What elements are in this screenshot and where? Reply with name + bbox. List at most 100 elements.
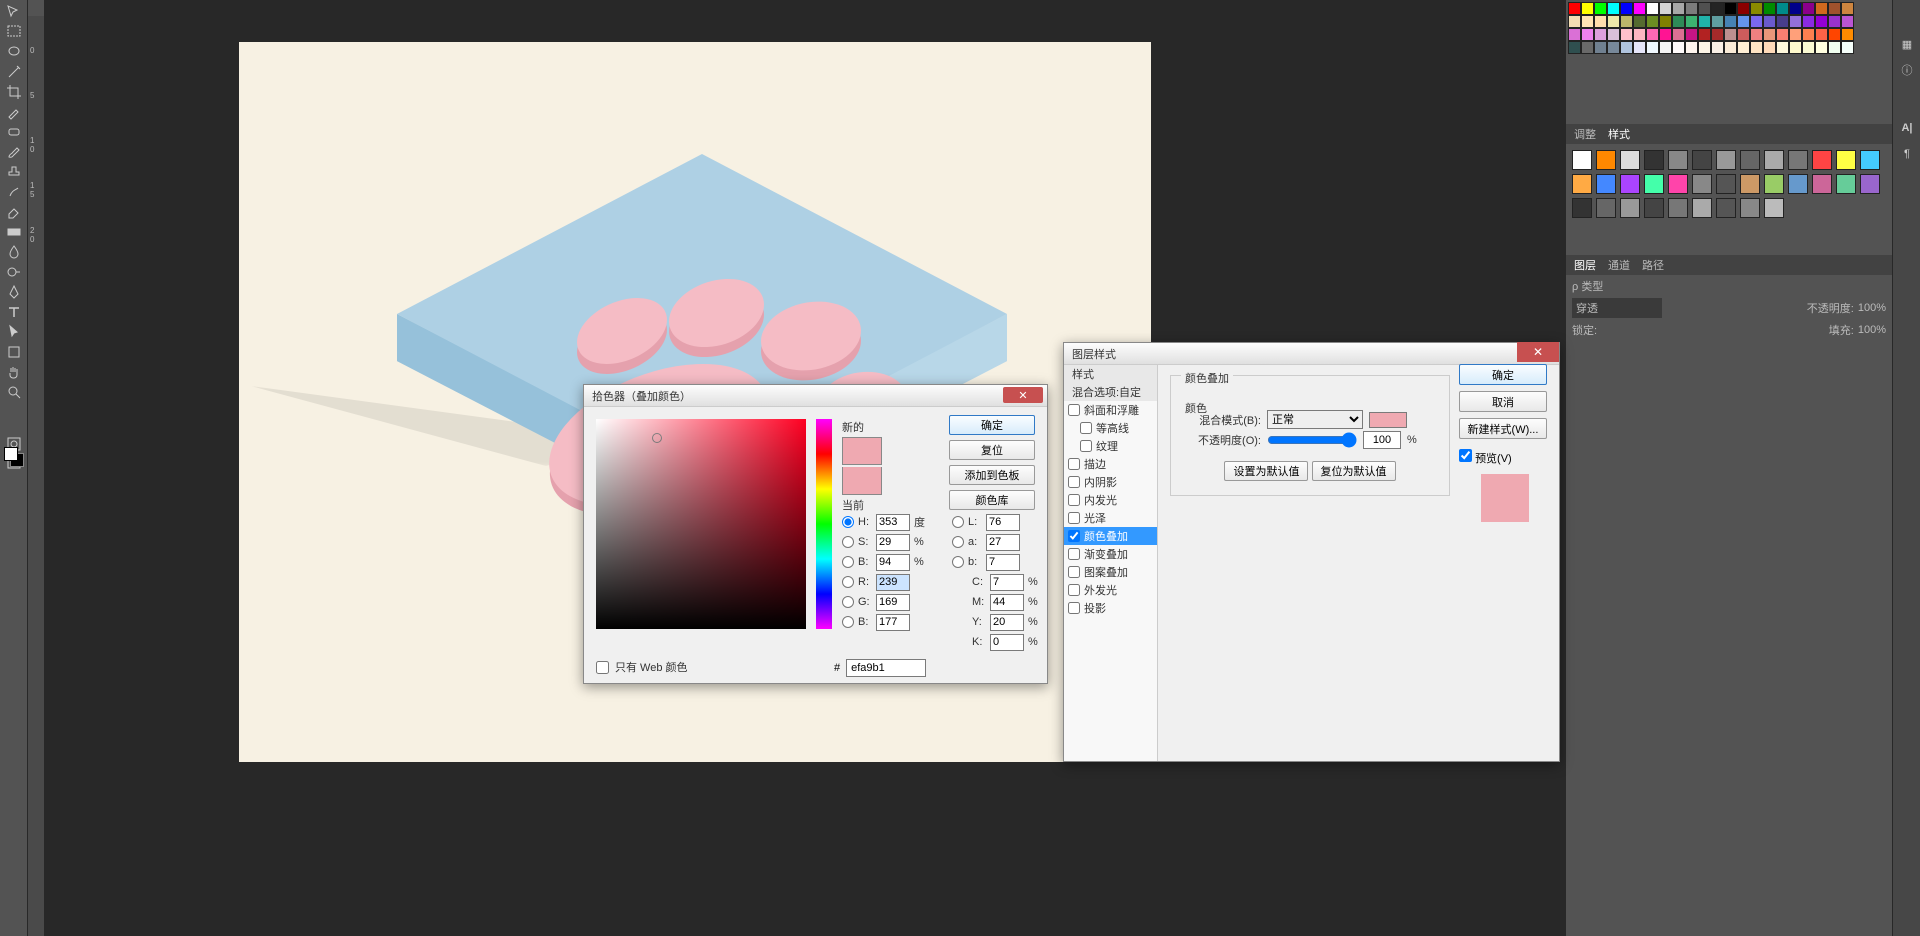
swatch[interactable] [1620,28,1633,41]
current-color-swatch[interactable] [842,467,882,495]
blur-tool[interactable] [2,242,26,262]
swatch[interactable] [1815,2,1828,15]
style-preset[interactable] [1836,150,1856,170]
color-lib-button[interactable]: 颜色库 [949,490,1035,510]
sidebar-item-innerglow[interactable]: 内发光 [1064,491,1157,509]
set-default-button[interactable]: 设置为默认值 [1224,461,1308,481]
sidebar-item-satin[interactable]: 光泽 [1064,509,1157,527]
swatch[interactable] [1750,2,1763,15]
swatch[interactable] [1711,15,1724,28]
overlay-color-swatch[interactable] [1369,412,1407,428]
b-input[interactable] [876,554,910,571]
g-input[interactable] [876,594,910,611]
a-input[interactable] [986,534,1020,551]
s-input[interactable] [876,534,910,551]
hand-tool[interactable] [2,362,26,382]
swatch[interactable] [1646,28,1659,41]
style-preset[interactable] [1716,150,1736,170]
style-preset[interactable] [1572,150,1592,170]
swatch[interactable] [1607,41,1620,54]
r-input[interactable] [876,574,910,591]
style-preset[interactable] [1572,174,1592,194]
style-preset[interactable] [1620,174,1640,194]
swatch[interactable] [1789,28,1802,41]
style-preset[interactable] [1668,198,1688,218]
swatch[interactable] [1568,41,1581,54]
r-radio[interactable] [842,576,854,588]
layer-style-titlebar[interactable]: 图层样式 ✕ [1064,343,1559,365]
style-preset[interactable] [1860,150,1880,170]
c-input[interactable] [990,574,1024,591]
swatches-icon[interactable]: ▦ [1895,32,1919,56]
swatch[interactable] [1737,2,1750,15]
opacity-slider[interactable] [1267,432,1357,448]
swatch[interactable] [1828,2,1841,15]
zoom-tool[interactable] [2,382,26,402]
swatch[interactable] [1633,15,1646,28]
swatch[interactable] [1763,41,1776,54]
swatch[interactable] [1581,15,1594,28]
style-preset[interactable] [1812,174,1832,194]
foreground-color-swatch[interactable] [4,447,18,461]
info-icon[interactable]: ⓘ [1895,58,1919,82]
close-icon[interactable]: ✕ [1003,387,1043,403]
style-preset[interactable] [1620,150,1640,170]
hue-slider[interactable] [816,419,832,629]
style-preset[interactable] [1692,198,1712,218]
swatch[interactable] [1750,15,1763,28]
cancel-button[interactable]: 取消 [1459,391,1547,412]
style-preset[interactable] [1644,198,1664,218]
style-preset[interactable] [1692,150,1712,170]
h-radio[interactable] [842,516,854,528]
sidebar-item-texture[interactable]: 纹理 [1064,437,1157,455]
swatch[interactable] [1620,2,1633,15]
tab-styles[interactable]: 样式 [1608,126,1630,142]
add-swatch-button[interactable]: 添加到色板 [949,465,1035,485]
swatch[interactable] [1698,28,1711,41]
swatch[interactable] [1607,15,1620,28]
swatch[interactable] [1724,15,1737,28]
pen-tool[interactable] [2,282,26,302]
k-input[interactable] [990,634,1024,651]
swatch[interactable] [1659,2,1672,15]
swatch[interactable] [1763,15,1776,28]
swatch[interactable] [1685,15,1698,28]
swatch[interactable] [1594,41,1607,54]
swatch[interactable] [1711,2,1724,15]
swatch[interactable] [1815,15,1828,28]
bv-radio[interactable] [842,616,854,628]
swatch[interactable] [1802,2,1815,15]
swatch[interactable] [1711,28,1724,41]
swatch[interactable] [1737,41,1750,54]
sidebar-item-stroke[interactable]: 描边 [1064,455,1157,473]
swatch[interactable] [1789,15,1802,28]
swatch[interactable] [1789,41,1802,54]
style-preset[interactable] [1740,150,1760,170]
sidebar-item-outerglow[interactable]: 外发光 [1064,581,1157,599]
swatch[interactable] [1672,2,1685,15]
style-preset[interactable] [1764,198,1784,218]
reset-button[interactable]: 复位 [949,440,1035,460]
paragraph-icon[interactable]: ¶ [1895,142,1919,166]
style-preset[interactable] [1596,198,1616,218]
heal-tool[interactable] [2,122,26,142]
y-input[interactable] [990,614,1024,631]
swatch[interactable] [1828,15,1841,28]
swatch[interactable] [1763,28,1776,41]
style-preset[interactable] [1716,198,1736,218]
b2-input[interactable] [986,554,1020,571]
swatch[interactable] [1776,41,1789,54]
swatch[interactable] [1737,15,1750,28]
style-preset[interactable] [1740,198,1760,218]
swatch[interactable] [1815,41,1828,54]
sidebar-item-contour[interactable]: 等高线 [1064,419,1157,437]
wand-tool[interactable] [2,62,26,82]
color-swatch-tool[interactable] [4,447,24,467]
swatch[interactable] [1659,28,1672,41]
tab-layers[interactable]: 图层 [1574,257,1596,273]
swatch[interactable] [1828,28,1841,41]
swatch[interactable] [1776,15,1789,28]
style-preset[interactable] [1668,150,1688,170]
style-preset[interactable] [1668,174,1688,194]
swatch[interactable] [1568,15,1581,28]
